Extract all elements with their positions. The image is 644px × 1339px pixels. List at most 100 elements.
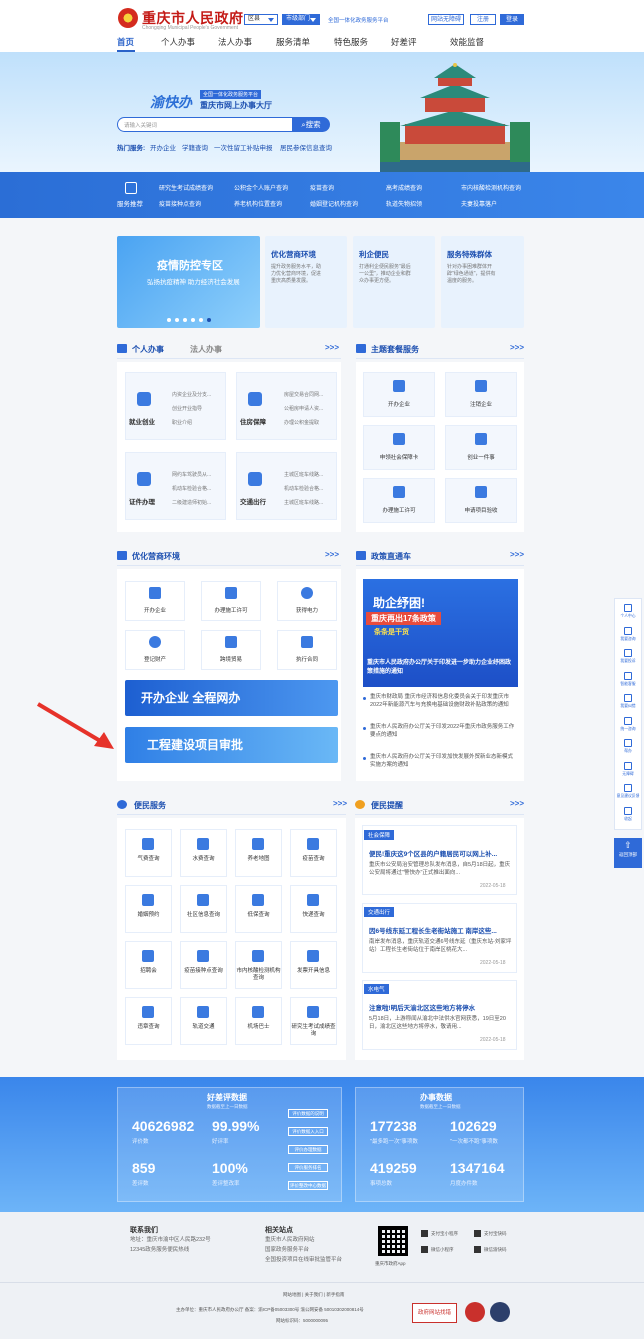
business-more-link[interactable]: >>> bbox=[325, 550, 339, 559]
personal-sub-link[interactable]: 机动车检验合格... bbox=[172, 485, 211, 492]
personal-more-link[interactable]: >>> bbox=[325, 343, 339, 352]
personal-sub-link[interactable]: 创业开业指导 bbox=[172, 405, 202, 412]
stat-link-button[interactable]: 评价服务排名 bbox=[288, 1163, 328, 1172]
sidebar-tool-label[interactable]: 意见建议反馈 bbox=[615, 794, 641, 799]
personal-sub-link[interactable]: 内资企业及分支... bbox=[172, 391, 211, 398]
mini-program-label[interactable]: 微信小程序 bbox=[431, 1247, 454, 1253]
carousel-dot[interactable] bbox=[167, 318, 171, 322]
stat-link-button[interactable]: 评价数据的说明 bbox=[288, 1109, 328, 1118]
theme-item[interactable] bbox=[445, 478, 517, 523]
personal-sub-link[interactable]: 办理公积金提取 bbox=[284, 419, 319, 426]
barrier-free-button[interactable]: 网站无障碍 bbox=[428, 14, 464, 25]
tab-personal[interactable]: 个人办事 bbox=[132, 344, 164, 355]
convenience-item[interactable] bbox=[235, 829, 282, 877]
recommend-link[interactable]: 疫苗接种点查询 bbox=[159, 199, 201, 208]
search-button[interactable]: ⌕搜索 bbox=[292, 117, 330, 132]
convenience-item[interactable] bbox=[125, 941, 172, 989]
footer-site-link[interactable]: 全国投资项目在线审批监管平台 bbox=[265, 1256, 342, 1265]
tip-title[interactable]: 便民!重庆这9个区县的户籍居民可以网上补... bbox=[369, 848, 497, 858]
carousel-dot[interactable] bbox=[183, 318, 187, 322]
convenience-item[interactable] bbox=[180, 829, 227, 877]
convenience-item[interactable] bbox=[235, 997, 282, 1045]
sidebar-tool-icon[interactable] bbox=[624, 806, 632, 815]
personal-sub-link[interactable]: 网约车驾驶员从... bbox=[172, 471, 211, 478]
stat-link-button[interactable]: 评价整改中心数据 bbox=[288, 1181, 328, 1190]
sidebar-tool-label[interactable]: 智能客服 bbox=[615, 682, 641, 687]
personal-sub-link[interactable]: 二级建造师初始... bbox=[172, 499, 211, 506]
personal-sub-link[interactable]: 职业介绍 bbox=[172, 419, 192, 426]
carousel-dot[interactable] bbox=[175, 318, 179, 322]
sidebar-tool-icon[interactable] bbox=[624, 784, 632, 792]
sidebar-tool-label[interactable]: 无障碍 bbox=[615, 772, 641, 777]
sidebar-tool-icon[interactable] bbox=[624, 761, 632, 770]
policy-news-link[interactable]: 重庆市人民政府办公厅关于印发2022年重庆市政务服务工作要点的通知 bbox=[370, 723, 518, 739]
sidebar-tool-icon[interactable] bbox=[624, 671, 632, 680]
sidebar-tool-icon[interactable] bbox=[624, 626, 632, 635]
convenience-item[interactable] bbox=[125, 997, 172, 1045]
convenience-item[interactable] bbox=[125, 885, 172, 933]
dept-select[interactable]: 市级部门 bbox=[282, 14, 320, 25]
recommend-link[interactable]: 养老机构位置查询 bbox=[234, 199, 282, 208]
footer-links[interactable]: 网站地图 | 关于我们 | 新手指南 bbox=[283, 1292, 344, 1298]
sidebar-tool-icon[interactable] bbox=[624, 739, 632, 747]
recommend-link[interactable]: 市内核酸检测机构查询 bbox=[461, 183, 521, 192]
hot-link[interactable]: 居民参保信息查询 bbox=[280, 142, 332, 152]
nav-corporate[interactable]: 法人办事 bbox=[218, 36, 252, 48]
sidebar-tool-icon[interactable] bbox=[624, 604, 632, 612]
personal-sub-link[interactable]: 房屋交易合同网... bbox=[284, 391, 323, 398]
open-business-banner[interactable]: 开办企业 全程网办 bbox=[125, 680, 338, 716]
convenience-item[interactable] bbox=[180, 941, 227, 989]
sidebar-tool-icon[interactable] bbox=[624, 716, 632, 725]
tip-title[interactable]: 因6号线东延工程长生老街站施工 南岸这些... bbox=[369, 925, 497, 935]
theme-item[interactable] bbox=[445, 425, 517, 470]
sidebar-tool-icon[interactable] bbox=[624, 649, 632, 657]
theme-item[interactable] bbox=[363, 478, 435, 523]
recommend-link[interactable]: 研究生考试成绩查询 bbox=[159, 183, 213, 192]
sidebar-tool-label[interactable]: 我要咨询 bbox=[615, 637, 641, 642]
convenience-item[interactable] bbox=[235, 885, 282, 933]
policy-news-link[interactable]: 重庆市财政局 重庆市经济和信息化委员会关于印发重庆市2022年新能源汽车与充换电… bbox=[370, 693, 518, 709]
nav-special[interactable]: 特色服务 bbox=[334, 36, 368, 48]
district-select[interactable]: 区县 bbox=[244, 14, 278, 25]
convenience-item[interactable] bbox=[290, 829, 337, 877]
personal-sub-link[interactable]: 公租房申请人资... bbox=[284, 405, 323, 412]
policy-news-link[interactable]: 重庆市人民政府办公厅关于印发加快发展外贸新业态新模式实施方案的通知 bbox=[370, 753, 518, 769]
theme-item[interactable] bbox=[363, 372, 435, 417]
theme-more-link[interactable]: >>> bbox=[510, 343, 524, 352]
convenience-item[interactable] bbox=[290, 941, 337, 989]
sidebar-tool-label[interactable]: 收起 bbox=[615, 817, 641, 822]
hot-link[interactable]: 一次性留工补贴申报 bbox=[214, 142, 273, 152]
stat-link-button[interactable]: 评价数据入入口 bbox=[288, 1127, 328, 1136]
sidebar-tool-label[interactable]: 帮办 bbox=[615, 749, 641, 754]
nav-personal[interactable]: 个人办事 bbox=[161, 36, 195, 48]
personal-sub-link[interactable]: 机动车检验合格... bbox=[284, 485, 323, 492]
theme-item[interactable] bbox=[363, 425, 435, 470]
back-to-top-button[interactable]: ⇧ 返回顶部 bbox=[614, 838, 642, 868]
convenience-item[interactable] bbox=[125, 829, 172, 877]
convenience-more-link[interactable]: >>> bbox=[333, 799, 347, 808]
register-button[interactable]: 注册 bbox=[470, 14, 496, 25]
sidebar-tool-label[interactable]: 我要纠错 bbox=[615, 704, 641, 709]
find-error-badge[interactable]: 政府网站找错 bbox=[412, 1303, 457, 1323]
recommend-link[interactable]: 轨道失物招领 bbox=[386, 199, 422, 208]
stat-link-button[interactable]: 评价办理数据 bbox=[288, 1145, 328, 1154]
convenience-item[interactable] bbox=[180, 997, 227, 1045]
recommend-link[interactable]: 夫妻投靠落户 bbox=[461, 199, 497, 208]
policy-more-link[interactable]: >>> bbox=[510, 550, 524, 559]
nav-supervision[interactable]: 效能监督 bbox=[450, 36, 484, 48]
carousel-dot[interactable] bbox=[199, 318, 203, 322]
convenience-item[interactable] bbox=[290, 885, 337, 933]
recommend-link[interactable]: 婚姻登记机构查询 bbox=[310, 199, 358, 208]
nav-evaluation[interactable]: 好差评 bbox=[391, 36, 417, 48]
tip-title[interactable]: 注意啦!明后天渝北区这些地方将停水 bbox=[369, 1002, 475, 1012]
personal-sub-link[interactable]: 主城区班车线路... bbox=[284, 499, 323, 506]
sidebar-tool-icon[interactable] bbox=[624, 694, 632, 702]
tab-corporate[interactable]: 法人办事 bbox=[190, 344, 222, 355]
recommend-link[interactable]: 疫苗查询 bbox=[310, 183, 334, 192]
sidebar-tool-label[interactable]: 统一咨询 bbox=[615, 727, 641, 732]
login-button[interactable]: 登录 bbox=[500, 14, 524, 25]
nav-service-list[interactable]: 服务清单 bbox=[276, 36, 310, 48]
footer-site-link[interactable]: 重庆市人民政府网站 bbox=[265, 1236, 315, 1245]
hot-link[interactable]: 开办企业 bbox=[150, 142, 176, 152]
carousel-dot-active[interactable] bbox=[207, 318, 211, 322]
